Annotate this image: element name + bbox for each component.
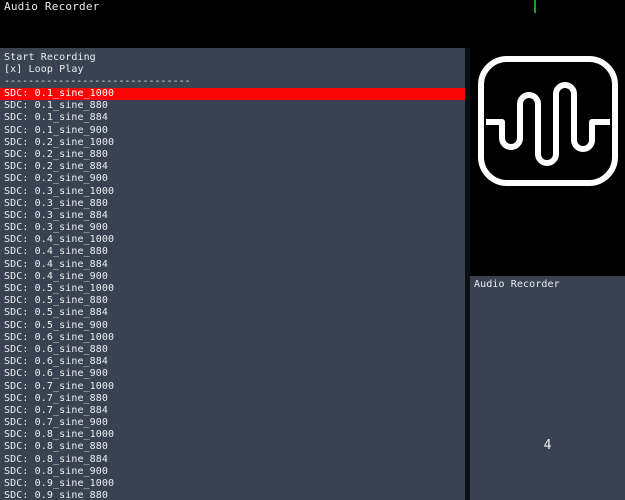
file-list-item[interactable]: SDC: 0.1_sine_880 — [0, 100, 465, 112]
file-list-item[interactable]: SDC: 0.3_sine_1000 — [0, 186, 465, 198]
file-list-item[interactable]: SDC: 0.8_sine_1000 — [0, 429, 465, 441]
file-list-item[interactable]: SDC: 0.3_sine_880 — [0, 198, 465, 210]
file-list-item[interactable]: SDC: 0.3_sine_900 — [0, 222, 465, 234]
file-list-item[interactable]: SDC: 0.7_sine_900 — [0, 417, 465, 429]
file-list-item[interactable]: SDC: 0.2_sine_900 — [0, 173, 465, 185]
file-list-item[interactable]: SDC: 0.5_sine_880 — [0, 295, 465, 307]
status-panel-value: 4 — [543, 438, 552, 453]
file-list-item[interactable]: SDC: 0.5_sine_900 — [0, 320, 465, 332]
file-list-item[interactable]: SDC: 0.1_sine_1000 — [0, 88, 465, 101]
file-list-item[interactable]: SDC: 0.7_sine_1000 — [0, 381, 465, 393]
file-list-item[interactable]: SDC: 0.2_sine_880 — [0, 149, 465, 161]
file-list-item[interactable]: SDC: 0.4_sine_900 — [0, 271, 465, 283]
window-header: Audio Recorder — [0, 0, 625, 48]
file-list-item[interactable]: SDC: 0.7_sine_884 — [0, 405, 465, 417]
menu-divider: ------------------------------- — [4, 76, 191, 87]
file-list-item[interactable]: SDC: 0.6_sine_900 — [0, 368, 465, 380]
recording-file-list[interactable]: SDC: 0.1_sine_1000 SDC: 0.1_sine_880 SDC: … — [0, 88, 465, 500]
file-list-item[interactable]: SDC: 0.8_sine_880 — [0, 441, 465, 453]
file-list-item[interactable]: SDC: 0.8_sine_884 — [0, 454, 465, 466]
start-recording-item[interactable]: Start Recording — [0, 52, 465, 64]
file-list-item[interactable]: SDC: 0.9_sine_1000 — [0, 478, 465, 490]
file-list-item[interactable]: SDC: 0.2_sine_1000 — [0, 137, 465, 149]
file-list-item[interactable]: SDC: 0.5_sine_1000 — [0, 283, 465, 295]
loop-play-toggle-item[interactable]: [x] Loop Play — [0, 64, 465, 76]
file-list-item[interactable]: SDC: 0.6_sine_884 — [0, 356, 465, 368]
file-list-item[interactable]: SDC: 0.4_sine_1000 — [0, 234, 465, 246]
recorder-status-panel: Audio Recorder 4 — [470, 276, 625, 500]
file-list-item[interactable]: SDC: 0.6_sine_1000 — [0, 332, 465, 344]
waveform-preview-panel — [470, 48, 625, 272]
file-list-item[interactable]: SDC: 0.1_sine_884 — [0, 112, 465, 124]
menu-commands: Start Recording [x] Loop Play — [0, 48, 465, 76]
file-list-item[interactable]: SDC: 0.8_sine_900 — [0, 466, 465, 478]
file-list-item[interactable]: SDC: 0.7_sine_880 — [0, 393, 465, 405]
file-list-item[interactable]: SDC: 0.4_sine_880 — [0, 246, 465, 258]
text-cursor-caret — [534, 0, 536, 13]
file-list-item[interactable]: SDC: 0.1_sine_900 — [0, 125, 465, 137]
recorder-menu-panel: Start Recording [x] Loop Play ----------… — [0, 48, 465, 500]
file-list-item[interactable]: SDC: 0.6_sine_880 — [0, 344, 465, 356]
audio-waveform-icon — [478, 56, 618, 186]
file-list-item[interactable]: SDC: 0.2_sine_884 — [0, 161, 465, 173]
status-panel-title: Audio Recorder — [474, 279, 560, 290]
file-list-item[interactable]: SDC: 0.9_sine_880 — [0, 490, 465, 500]
app-title: Audio Recorder — [4, 0, 100, 13]
file-list-item[interactable]: SDC: 0.5_sine_884 — [0, 307, 465, 319]
file-list-item[interactable]: SDC: 0.3_sine_884 — [0, 210, 465, 222]
file-list-item[interactable]: SDC: 0.4_sine_884 — [0, 259, 465, 271]
app-screen: Audio Recorder Start Recording [x] Loop … — [0, 0, 625, 500]
